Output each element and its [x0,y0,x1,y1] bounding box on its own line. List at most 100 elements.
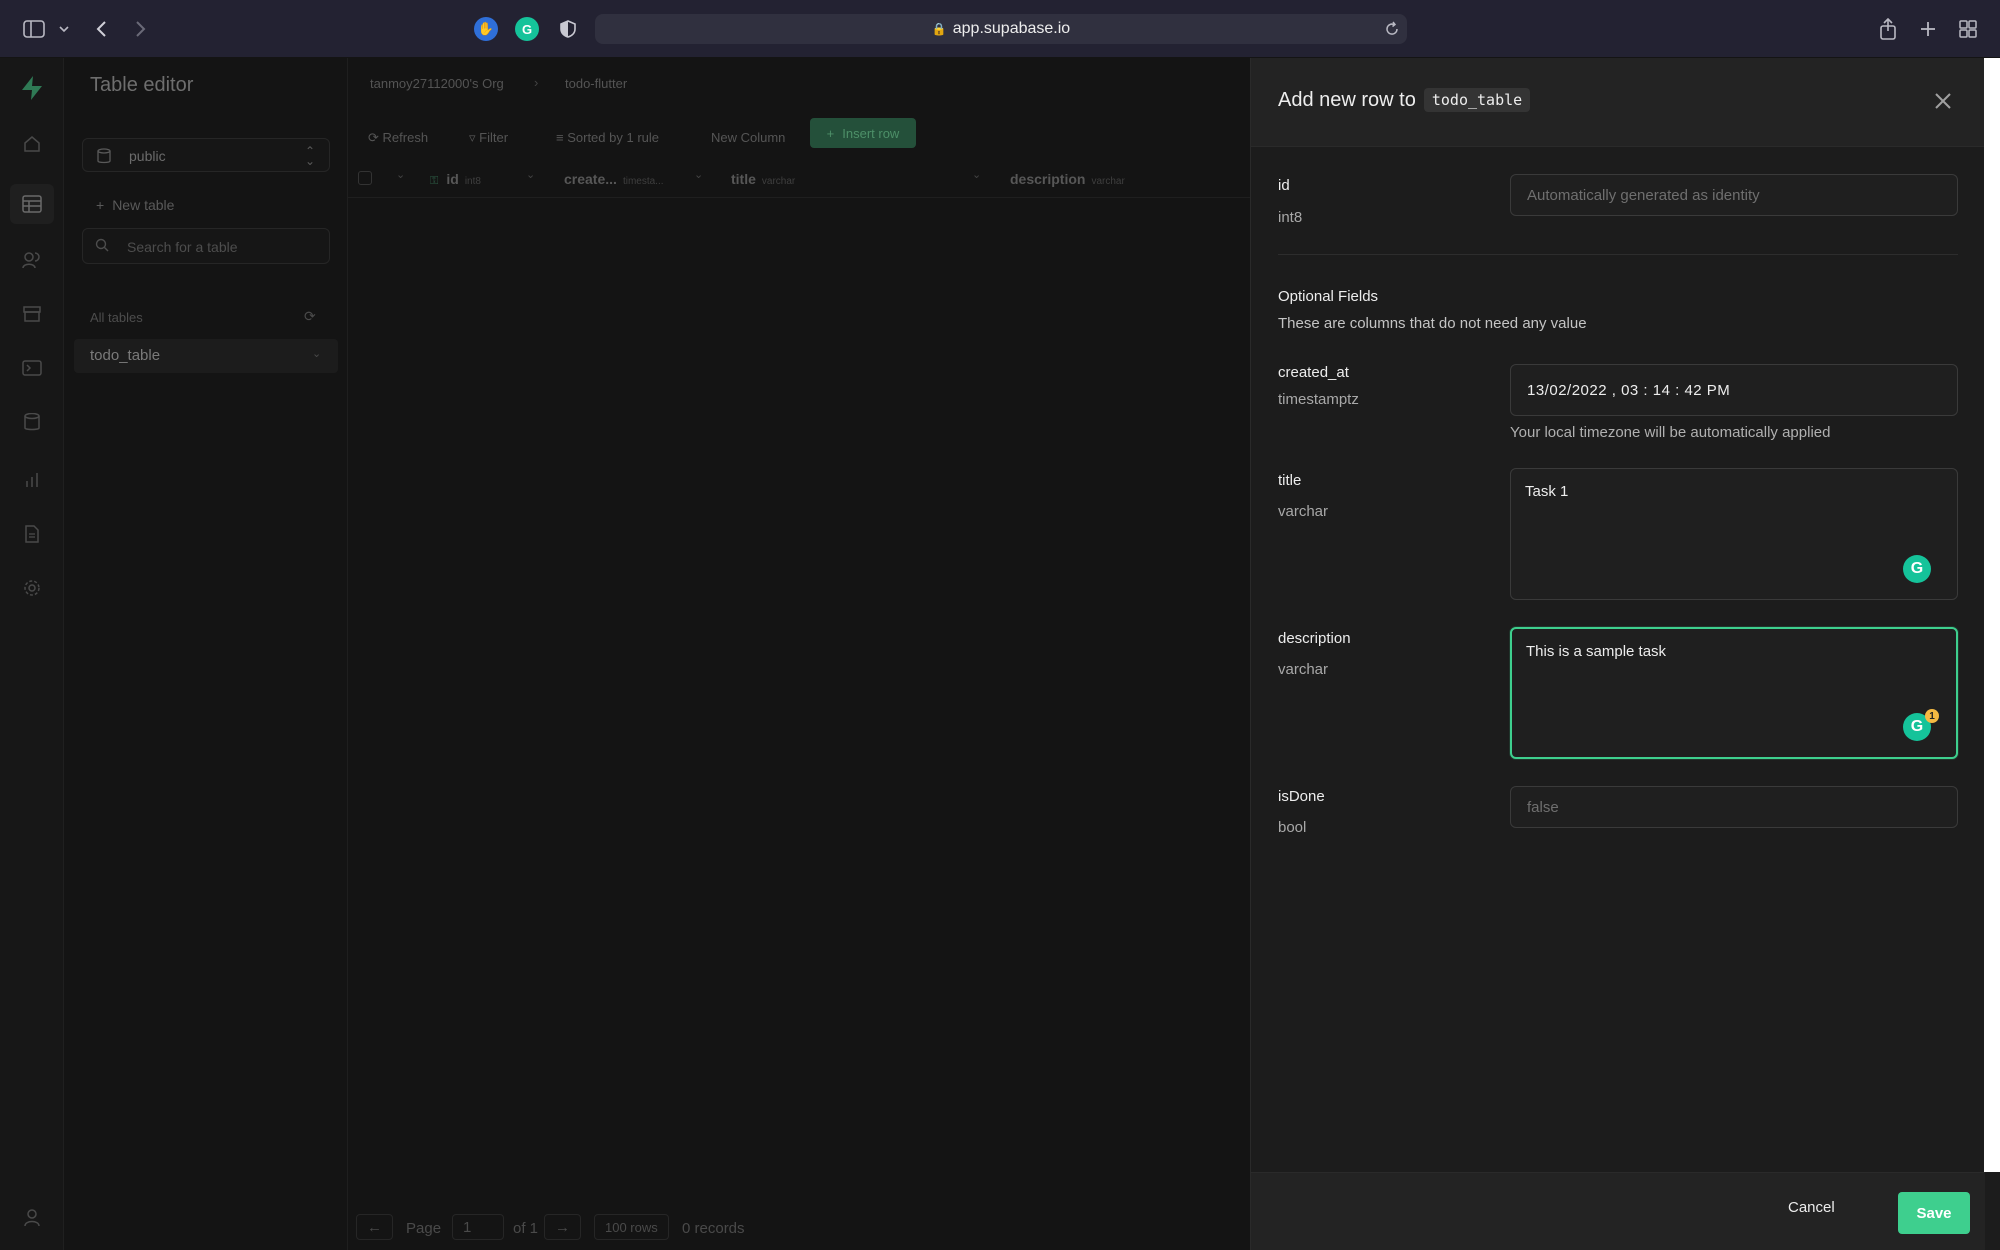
sort-label: Sorted by 1 rule [567,130,659,145]
users-icon[interactable] [20,248,44,272]
column-header-id[interactable]: ⚿idint8 [430,171,481,188]
breadcrumb-project[interactable]: todo-flutter [565,76,627,91]
column-type: varchar [1091,176,1124,187]
id-field-type: int8 [1278,209,1302,226]
title-field[interactable]: Task 1 G [1510,468,1958,600]
database-icon[interactable] [20,410,44,434]
drawer-title-text: Add new row to [1278,89,1416,112]
column-header-description[interactable]: descriptionvarchar [1010,171,1125,187]
title-field-type: varchar [1278,503,1328,520]
home-icon[interactable] [20,132,44,156]
chevron-down-icon[interactable]: ⌄ [694,168,703,181]
scrollbar[interactable] [1984,58,2000,1172]
browser-toolbar: ✋ G 🔒 app.supabase.io [0,0,2000,58]
isdone-field-label: isDone [1278,788,1325,805]
description-field-value: This is a sample task [1526,643,1666,660]
share-icon[interactable] [1876,17,1900,41]
grid-toolbar: ⟳ Refresh ▿ Filter ≡ Sorted by 1 rule Ne… [348,114,1250,158]
extension-shield-icon[interactable]: ✋ [474,17,498,41]
column-type: varchar [762,176,795,187]
new-tab-icon[interactable] [1916,17,1940,41]
drawer-title: Add new row to todo_table [1278,88,1530,112]
refresh-tables-icon[interactable]: ⟳ [304,308,316,325]
table-search-input[interactable]: Search for a table [82,228,330,264]
chevron-down-icon[interactable]: ⌄ [526,168,535,181]
chevron-down-icon[interactable]: ⌄ [972,168,981,181]
supabase-logo-icon[interactable] [20,76,44,100]
drawer-footer: Cancel Save [1251,1172,1985,1250]
filter-button[interactable]: ▿ Filter [469,130,508,146]
save-button[interactable]: Save [1898,1192,1970,1234]
forward-icon[interactable] [128,17,152,41]
page-input[interactable]: 1 [452,1214,504,1240]
timezone-hint: Your local timezone will be automaticall… [1510,424,1830,441]
column-type: int8 [465,176,481,187]
lock-icon: 🔒 [932,22,947,36]
storage-icon[interactable] [20,302,44,326]
grid-header: ⌄ ⚿idint8 ⌄ create...timesta... ⌄ titlev… [348,158,1250,198]
grammarly-extension-icon[interactable]: G [515,17,539,41]
close-icon[interactable] [1931,90,1955,114]
schema-select[interactable]: public ⌃⌄ [82,138,330,172]
chevron-down-icon[interactable]: ⌄ [396,168,405,181]
page-label: Page [406,1220,441,1237]
schema-value: public [129,148,166,164]
section-divider [1278,254,1958,255]
drawer-table-name: todo_table [1424,88,1530,112]
grammarly-icon[interactable]: G [1903,555,1931,583]
column-name: id [446,171,458,187]
search-icon [95,238,109,255]
description-field[interactable]: This is a sample task G 1 [1510,627,1958,759]
created-at-field[interactable]: 13/02/2022 , 03 : 14 : 42 PM [1510,364,1958,416]
refresh-icon: ⟳ [368,130,379,145]
sidebar-toggle-icon[interactable] [22,17,46,41]
breadcrumb-org[interactable]: tanmoy27112000's Org [370,76,504,91]
filter-icon: ▿ [469,130,476,145]
account-icon[interactable] [20,1206,44,1230]
reload-icon[interactable] [1380,17,1404,41]
table-name-label: todo_table [90,347,160,364]
back-icon[interactable] [90,17,114,41]
id-field[interactable]: Automatically generated as identity [1510,174,1958,216]
column-name: create... [564,171,617,187]
new-column-button[interactable]: New Column [711,130,785,145]
table-editor-icon[interactable] [10,184,54,224]
cancel-button[interactable]: Cancel [1788,1199,1835,1216]
select-chevron-icon: ⌃⌄ [305,146,315,166]
next-page-button[interactable]: → [544,1214,581,1240]
prev-page-button[interactable]: ← [356,1214,393,1240]
chevron-down-icon[interactable] [52,17,76,41]
new-table-label: New table [112,197,174,213]
refresh-label: Refresh [383,130,429,145]
column-type: timesta... [623,176,664,187]
grammarly-suggestion-badge[interactable]: 1 [1925,709,1939,723]
column-header-title[interactable]: titlevarchar [731,171,795,187]
settings-gear-icon[interactable] [20,576,44,600]
insert-row-button[interactable]: +Insert row [810,118,916,148]
all-tables-label: All tables [90,310,143,325]
sort-icon: ≡ [556,130,564,145]
docs-icon[interactable] [20,522,44,546]
url-text: app.supabase.io [953,20,1070,38]
pagination-bar: ← Page 1 of 1 → 100 rows 0 records [348,1208,1250,1250]
chevron-down-icon[interactable]: ⌄ [312,347,321,360]
title-field-value: Task 1 [1525,483,1568,500]
isdone-field[interactable]: false [1510,786,1958,828]
description-field-label: description [1278,630,1351,647]
title-field-label: title [1278,472,1301,489]
column-header-created-at[interactable]: create... timesta... [564,171,664,187]
refresh-button[interactable]: ⟳ Refresh [368,130,428,146]
description-field-type: varchar [1278,661,1328,678]
new-table-button[interactable]: + New table [96,197,174,213]
select-all-checkbox[interactable] [358,171,372,185]
tab-overview-icon[interactable] [1956,17,1980,41]
privacy-shield-icon[interactable] [556,17,580,41]
sql-editor-icon[interactable] [20,356,44,380]
sidebar-item-todo-table[interactable]: todo_table ⌄ [74,339,338,373]
plus-icon: + [96,197,104,213]
url-bar[interactable]: 🔒 app.supabase.io [595,14,1407,44]
optional-fields-subtitle: These are columns that do not need any v… [1278,315,1587,332]
sort-button[interactable]: ≡ Sorted by 1 rule [556,130,659,145]
rows-per-page-select[interactable]: 100 rows [594,1214,669,1240]
reports-icon[interactable] [20,468,44,492]
